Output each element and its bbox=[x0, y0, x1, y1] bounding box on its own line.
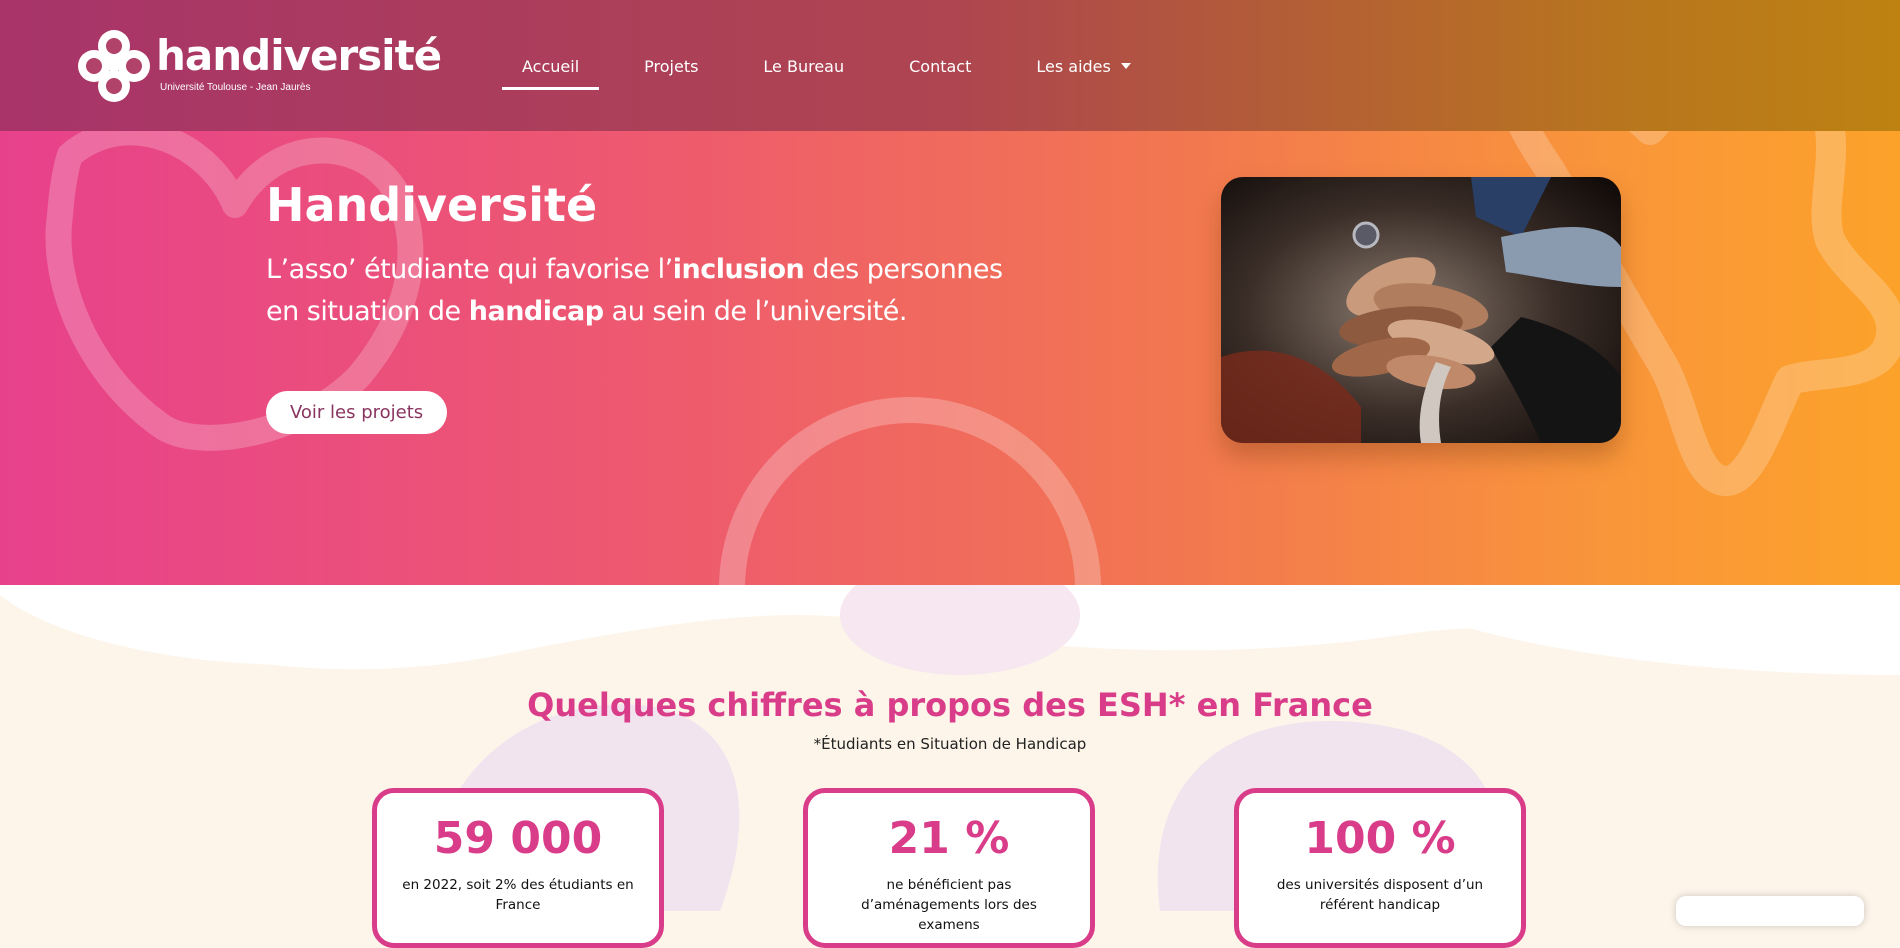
main-nav: Accueil Projets Le Bureau Contact Les ai… bbox=[502, 52, 1176, 90]
flower-heart-logo-icon bbox=[78, 30, 150, 102]
stat-card: 59 000 en 2022, soit 2% des étudiants en… bbox=[372, 788, 664, 948]
tagline-text: L’asso’ étudiante qui favorise l’ bbox=[266, 254, 673, 285]
nav-label: Contact bbox=[909, 57, 972, 76]
nav-item-contact[interactable]: Contact bbox=[889, 52, 991, 90]
tagline-emphasis-handicap: handicap bbox=[468, 296, 604, 327]
stat-value: 59 000 bbox=[433, 813, 603, 864]
nav-label: Projets bbox=[644, 57, 699, 76]
view-projects-button[interactable]: Voir les projets bbox=[266, 391, 448, 434]
stat-card: 100 % des universités disposent d’un réf… bbox=[1234, 788, 1526, 948]
stat-description: des universités disposent d’un référent … bbox=[1276, 877, 1484, 913]
stats-subtitle: *Étudiants en Situation de Handicap bbox=[813, 735, 1087, 753]
site-logo[interactable]: handiversité Université Toulouse - Jean … bbox=[76, 28, 442, 104]
stat-value: 21 % bbox=[888, 813, 1010, 864]
nav-label: Accueil bbox=[522, 57, 580, 76]
hero-tagline: L’asso’ étudiante qui favorise l’inclusi… bbox=[266, 249, 1026, 333]
stats-title: Quelques chiffres à propos des ESH* en F… bbox=[527, 686, 1373, 724]
stat-value: 100 % bbox=[1304, 813, 1456, 864]
stacked-hands-photo bbox=[1221, 177, 1621, 443]
nav-item-projets[interactable]: Projets bbox=[624, 52, 718, 90]
stat-description: ne bénéficient pas d’aménagements lors d… bbox=[861, 877, 1037, 933]
circle-outline-decoration bbox=[719, 397, 1101, 585]
stat-description: en 2022, soit 2% des étudiants en France bbox=[402, 877, 634, 913]
nav-item-les-aides[interactable]: Les aides bbox=[1016, 52, 1150, 90]
caret-down-icon bbox=[1120, 63, 1131, 69]
nav-item-accueil[interactable]: Accueil bbox=[502, 52, 600, 90]
nav-label: Le Bureau bbox=[763, 57, 845, 76]
tagline-text: au sein de l’université. bbox=[603, 296, 908, 327]
stat-card: 21 % ne bénéficient pas d’aménagements l… bbox=[803, 788, 1095, 948]
nav-item-le-bureau[interactable]: Le Bureau bbox=[743, 52, 864, 90]
nav-label: Les aides bbox=[1036, 57, 1111, 76]
logo-name: handiversité bbox=[156, 31, 442, 80]
floating-widget[interactable] bbox=[1676, 896, 1864, 926]
hero-title: Handiversité bbox=[266, 178, 598, 232]
tagline-emphasis-inclusion: inclusion bbox=[672, 254, 805, 285]
site-header: handiversité Université Toulouse - Jean … bbox=[0, 0, 1900, 131]
